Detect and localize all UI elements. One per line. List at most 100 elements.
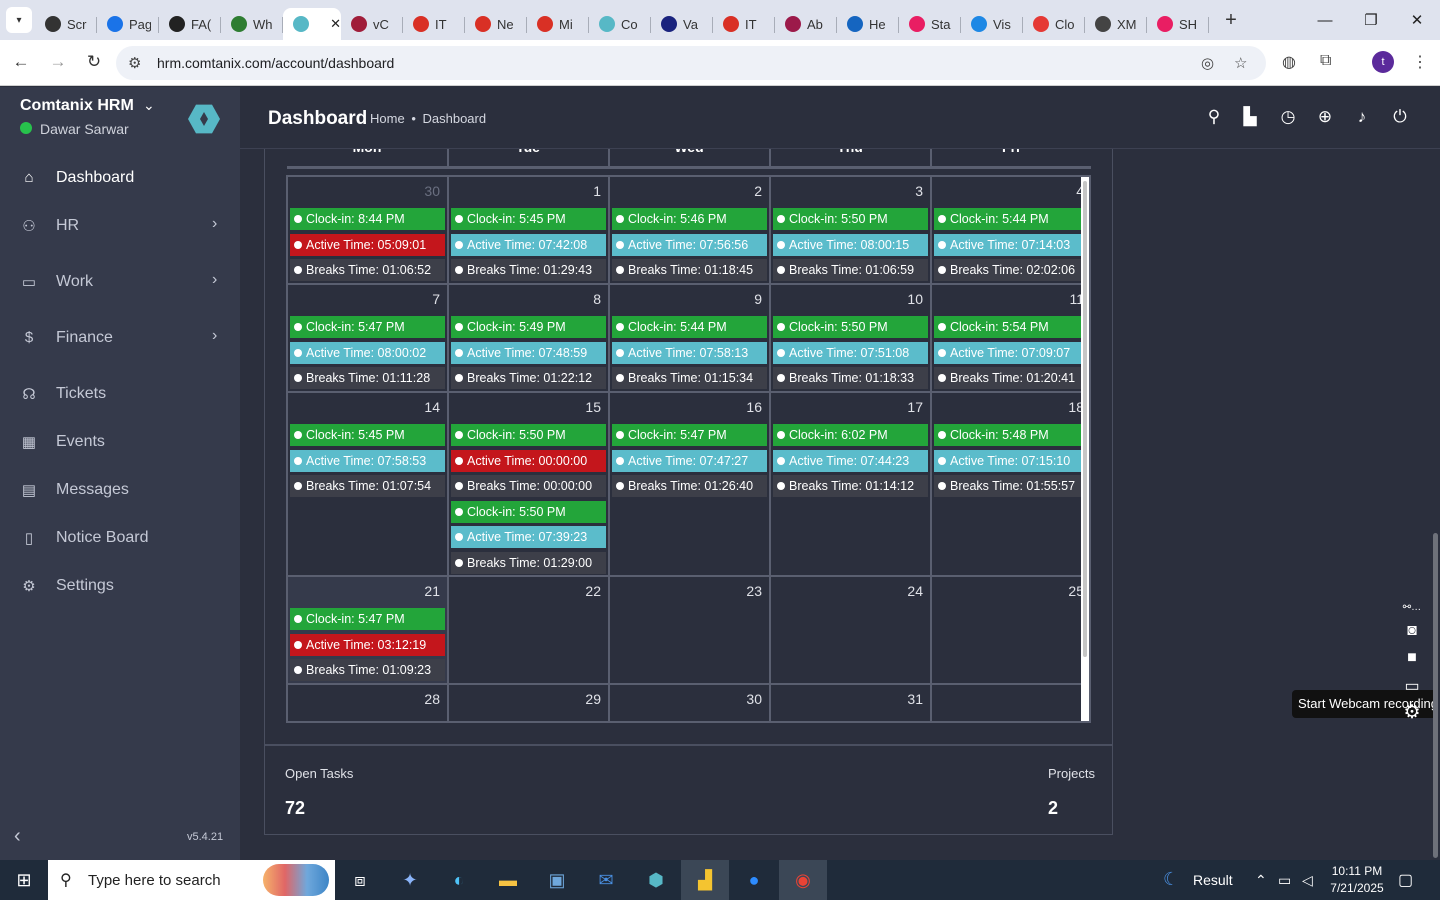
active-time-event[interactable]: Active Time: 07:44:23: [773, 449, 928, 472]
day-number[interactable]: 2: [612, 183, 762, 199]
address-bar[interactable]: ⚙ hrm.comtanix.com/account/dashboard ◎ ☆: [116, 46, 1266, 80]
breaks-time-event[interactable]: Breaks Time: 01:07:54: [290, 475, 445, 497]
sidebar-item-events[interactable]: ▦ Events: [0, 423, 240, 463]
browser-tab[interactable]: FA(: [159, 8, 221, 40]
day-number[interactable]: 1: [451, 183, 601, 199]
page-scrollbar[interactable]: [1433, 533, 1438, 858]
browser-tab[interactable]: Vis: [961, 8, 1023, 40]
mail-icon[interactable]: ✉: [582, 860, 630, 900]
clock-in-event[interactable]: Clock-in: 5:49 PM: [451, 316, 606, 338]
day-number[interactable]: 10: [773, 291, 923, 307]
search-icon[interactable]: ⚲: [1203, 107, 1225, 127]
breaks-time-event[interactable]: Breaks Time: 00:00:00: [451, 475, 606, 497]
clock-in-event[interactable]: Clock-in: 5:47 PM: [290, 608, 445, 630]
copilot-icon[interactable]: ✦: [386, 860, 434, 900]
active-time-event[interactable]: Active Time: 05:09:01: [290, 233, 445, 256]
day-number[interactable]: 3: [773, 183, 923, 199]
video-camera-icon[interactable]: ■: [1401, 649, 1423, 667]
browser-tab[interactable]: IT: [403, 8, 465, 40]
active-time-event[interactable]: Active Time: 07:39:23: [451, 526, 606, 548]
projects-value[interactable]: 2: [1048, 798, 1058, 819]
breaks-time-event[interactable]: Breaks Time: 01:55:57: [934, 475, 1089, 497]
day-number[interactable]: 21: [290, 583, 440, 599]
active-time-event[interactable]: Active Time: 07:58:53: [290, 449, 445, 472]
active-time-event[interactable]: Active Time: 08:00:02: [290, 341, 445, 364]
breadcrumb-home[interactable]: Home: [370, 111, 405, 126]
clock-in-event[interactable]: Clock-in: 5:44 PM: [934, 208, 1089, 230]
reload-button[interactable]: ↻: [83, 52, 105, 72]
sidebar-item-settings[interactable]: ⚙ Settings: [0, 567, 240, 607]
clock-icon[interactable]: ◷: [1277, 107, 1299, 127]
clock-in-event[interactable]: Clock-in: 5:50 PM: [451, 424, 606, 446]
active-time-event[interactable]: Active Time: 00:00:00: [451, 449, 606, 472]
active-time-event[interactable]: Active Time: 07:56:56: [612, 233, 767, 256]
browser-tab[interactable]: Ab: [775, 8, 837, 40]
bookmark-star-icon[interactable]: ☆: [1234, 54, 1247, 72]
clock-in-event[interactable]: Clock-in: 5:54 PM: [934, 316, 1089, 338]
new-tab-button[interactable]: +: [1219, 9, 1243, 32]
windows-start-icon[interactable]: ⊞: [0, 860, 48, 900]
day-number[interactable]: 22: [451, 583, 601, 599]
day-number[interactable]: 7: [290, 291, 440, 307]
breaks-time-event[interactable]: Breaks Time: 01:14:12: [773, 475, 928, 497]
clock-in-event[interactable]: Clock-in: 5:50 PM: [773, 208, 928, 230]
sidebar-item-finance[interactable]: $ Finance ›: [0, 319, 240, 359]
breaks-time-event[interactable]: Breaks Time: 01:11:28: [290, 367, 445, 389]
browser-tab[interactable]: IT: [713, 8, 775, 40]
browser-tab[interactable]: Ne: [465, 8, 527, 40]
sticky-notes-icon[interactable]: ▟: [681, 860, 729, 900]
back-button[interactable]: ←: [10, 52, 32, 72]
sidebar-item-messages[interactable]: ▤ Messages: [0, 471, 240, 511]
profile-avatar[interactable]: t: [1372, 51, 1394, 73]
clock-in-event[interactable]: Clock-in: 5:50 PM: [773, 316, 928, 338]
clock-in-event[interactable]: Clock-in: 5:50 PM: [451, 500, 606, 523]
day-number[interactable]: 23: [612, 583, 762, 599]
browser-tab[interactable]: He: [837, 8, 899, 40]
browser-tab[interactable]: XM: [1085, 8, 1147, 40]
eye-off-icon[interactable]: ◎: [1201, 54, 1214, 72]
day-number[interactable]: 4: [934, 183, 1084, 199]
browser-tab[interactable]: ✕: [283, 8, 341, 40]
breaks-time-event[interactable]: Breaks Time: 01:15:34: [612, 367, 767, 389]
close-tab-icon[interactable]: ✕: [330, 16, 341, 32]
zoom-icon[interactable]: ●: [730, 860, 778, 900]
breaks-time-event[interactable]: Breaks Time: 02:02:06: [934, 259, 1089, 281]
breaks-time-event[interactable]: Breaks Time: 01:22:12: [451, 367, 606, 389]
open-tasks-value[interactable]: 72: [285, 798, 305, 819]
sticky-note-icon[interactable]: ▙: [1239, 107, 1261, 127]
extensions-icon[interactable]: ⧉: [1320, 52, 1331, 70]
breaks-time-event[interactable]: Breaks Time: 01:06:52: [290, 259, 445, 281]
tab-search-button[interactable]: ▾: [6, 7, 32, 33]
breaks-time-event[interactable]: Breaks Time: 01:20:41: [934, 367, 1089, 389]
day-number[interactable]: 28: [290, 691, 440, 707]
clock-in-event[interactable]: Clock-in: 8:44 PM: [290, 208, 445, 230]
active-time-event[interactable]: Active Time: 07:51:08: [773, 341, 928, 364]
file-explorer-icon[interactable]: ▬: [484, 860, 532, 900]
browser-tab[interactable]: Pag: [97, 8, 159, 40]
taskbar-search-box[interactable]: ⚲ Type here to search: [48, 860, 335, 900]
sidebar-item-dashboard[interactable]: ⌂ Dashboard: [0, 159, 240, 199]
clock-in-event[interactable]: Clock-in: 5:48 PM: [934, 424, 1089, 446]
active-time-event[interactable]: Active Time: 07:09:07: [934, 341, 1089, 364]
browser-tab[interactable]: Va: [651, 8, 713, 40]
forward-button[interactable]: →: [47, 52, 69, 72]
microsoft-store-icon[interactable]: ▣: [533, 860, 581, 900]
browser-tab[interactable]: Sta: [899, 8, 961, 40]
volume-icon[interactable]: ◁: [1302, 872, 1313, 889]
notification-center-icon[interactable]: ▢: [1398, 870, 1413, 890]
sidebar-item-tickets[interactable]: ☊ Tickets: [0, 375, 240, 415]
comtanix-app-icon[interactable]: ⬢: [632, 860, 680, 900]
clock-in-event[interactable]: Clock-in: 5:44 PM: [612, 316, 767, 338]
day-number[interactable]: 14: [290, 399, 440, 415]
breaks-time-event[interactable]: Breaks Time: 01:09:23: [290, 659, 445, 681]
active-time-event[interactable]: Active Time: 03:12:19: [290, 633, 445, 656]
day-number[interactable]: 30: [290, 183, 440, 199]
breaks-time-event[interactable]: Breaks Time: 01:29:43: [451, 259, 606, 281]
weather-text[interactable]: Result: [1193, 872, 1233, 888]
day-number[interactable]: 31: [773, 691, 923, 707]
day-number[interactable]: 30: [612, 691, 762, 707]
day-number[interactable]: 8: [451, 291, 601, 307]
add-circle-icon[interactable]: ⊕: [1314, 107, 1336, 127]
chevron-up-icon[interactable]: ⌃: [1255, 872, 1267, 889]
breaks-time-event[interactable]: Breaks Time: 01:06:59: [773, 259, 928, 281]
